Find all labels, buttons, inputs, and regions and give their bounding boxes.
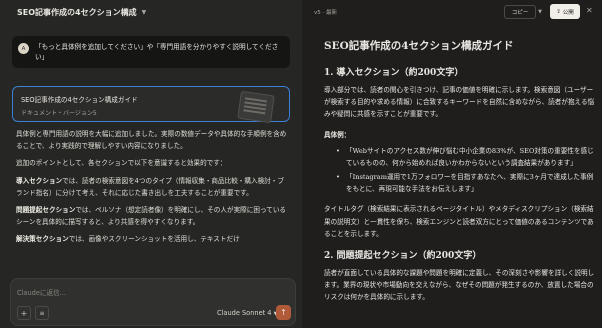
reply-paragraph: 問題提起セクションでは、ペルソナ（想定読者像）を明確にし、その人が実際に困ってい… bbox=[16, 206, 287, 227]
version-selector[interactable]: v5 · 最新 bbox=[314, 8, 337, 16]
send-button[interactable]: ↑ bbox=[276, 305, 291, 320]
artifact-card[interactable]: SEO記事作成の4セクション構成ガイド ドキュメント・バージョン5 bbox=[12, 86, 290, 124]
example-label: 具体例： bbox=[324, 130, 351, 139]
section-paragraph: 導入部分では、読者の関心を引きつけ、記事の価値を明確に示します。検索意図（ユーザ… bbox=[324, 86, 595, 119]
reply-input[interactable]: Claudeに返信... bbox=[17, 287, 66, 297]
chevron-down-icon[interactable]: ▼ bbox=[142, 9, 147, 16]
assistant-reply: 具体例と専門用語の説明を大幅に追加しました。実際の数値データや具体的な手順例を含… bbox=[16, 128, 290, 251]
section-paragraph: タイトルタグ（検索結果に表示されるページタイトル）やメタディスクリプション（検索… bbox=[324, 205, 594, 238]
reply-input-box[interactable]: Claudeに返信... + ≡ Claude Sonnet 4 ▼ ↑ bbox=[10, 278, 296, 326]
publish-button[interactable]: ⇪ 公開 bbox=[550, 4, 580, 19]
section-paragraph: 読者が直面している具体的な課題や問題を明確に定義し、その深刻さや影響を詳しく説明… bbox=[324, 269, 595, 302]
pane-divider[interactable] bbox=[302, 0, 310, 328]
chat-header: SEO記事作成の4セクション構成 ▼ bbox=[0, 0, 302, 24]
model-selector[interactable]: Claude Sonnet 4 ▼ bbox=[217, 309, 277, 317]
add-attachment-button[interactable]: + bbox=[17, 306, 31, 320]
example-list: 「Webサイトのアクセス数が伸び悩む中小企業の83%が、SEO対策の重要性を感じ… bbox=[336, 145, 596, 196]
share-icon: ⇪ bbox=[556, 8, 561, 15]
document-thumbnail-icon bbox=[237, 90, 275, 124]
user-message-text: 「もっと具体例を追加してください」や「専門用語を分かりやすく説明してください」 bbox=[35, 43, 279, 61]
reply-paragraph: 導入セクションでは、読者の検索意図を4つのタイプ（情報収集・商品比較・購入検討・… bbox=[16, 176, 284, 197]
avatar: A bbox=[18, 43, 29, 54]
chevron-down-icon[interactable]: ▼ bbox=[534, 5, 546, 19]
artifact-panel: v5 · 最新 コピー ▼ ⇪ 公開 ✕ SEO記事作成の4セクション構成ガイド … bbox=[310, 0, 602, 328]
reply-paragraph: 追加のポイントとして、各セクションで以下を意識すると効果的です： bbox=[16, 159, 227, 168]
chat-pane: SEO記事作成の4セクション構成 ▼ A 「もっと具体例を追加してください」や「… bbox=[0, 0, 302, 328]
document-content: SEO記事作成の4セクション構成ガイド 1. 導入セクション（約200文字） 導… bbox=[324, 38, 596, 312]
section-heading: 1. 導入セクション（約200文字） bbox=[324, 68, 464, 78]
section-heading: 2. 問題提起セクション（約200文字） bbox=[324, 251, 482, 262]
reply-paragraph: 具体例と専門用語の説明を大幅に追加しました。実際の数値データや具体的な手順例を含… bbox=[16, 130, 287, 151]
close-icon[interactable]: ✕ bbox=[586, 6, 593, 15]
document-title: SEO記事作成の4セクション構成ガイド bbox=[324, 40, 514, 52]
tools-button[interactable]: ≡ bbox=[35, 306, 49, 320]
artifact-toolbar: v5 · 最新 コピー ▼ ⇪ 公開 ✕ bbox=[310, 0, 602, 24]
reply-paragraph: 解決策セクションでは、画像やスクリーンショットを活用し、テキストだけ bbox=[16, 235, 240, 244]
list-item: 「Instagram運用で1万フォロワーを目指すあなたへ、実際に3ヶ月で達成した… bbox=[336, 171, 596, 195]
copy-button[interactable]: コピー bbox=[504, 5, 536, 19]
list-item: 「Webサイトのアクセス数が伸び悩む中小企業の83%が、SEO対策の重要性を感じ… bbox=[336, 145, 596, 169]
user-message: A 「もっと具体例を追加してください」や「専門用語を分かりやすく説明してください… bbox=[12, 36, 290, 68]
chat-title[interactable]: SEO記事作成の4セクション構成 bbox=[17, 7, 137, 18]
